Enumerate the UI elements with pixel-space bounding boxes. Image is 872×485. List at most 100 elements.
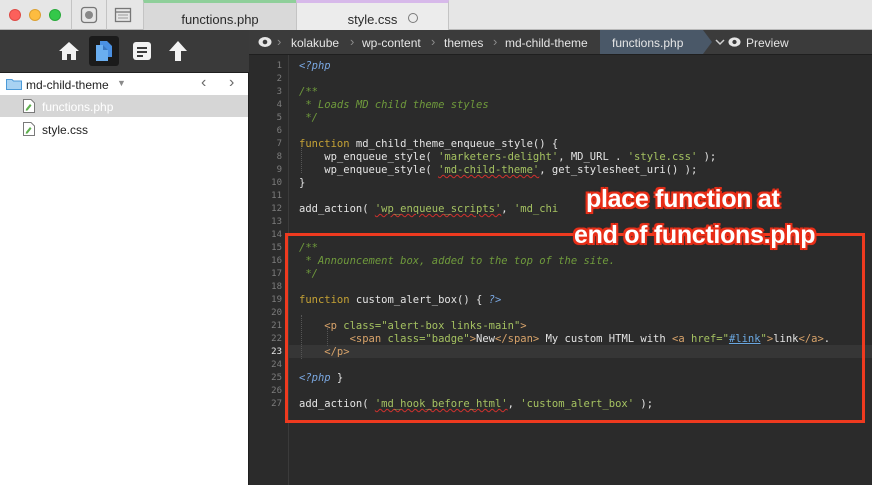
line-number: 12 — [271, 204, 282, 214]
line-number: 3 — [276, 87, 282, 97]
project-name: md-child-theme — [26, 78, 109, 92]
line-number: 22 — [271, 334, 282, 344]
toolbar-divider — [106, 0, 107, 30]
upload-arrow-icon[interactable] — [163, 36, 193, 66]
file-item-style-css[interactable]: style.css — [0, 118, 248, 140]
project-selector[interactable]: md-child-theme ▼ ‹ › — [0, 73, 248, 95]
line-number: 2 — [276, 74, 282, 84]
line-number-gutter: 1 2 3 4 5 6 7 8 9 10 11 12 13 14 15 16 1… — [249, 55, 289, 485]
code-token: 'marketers-delight' — [438, 151, 559, 163]
chevron-down-icon[interactable]: ▼ — [117, 78, 126, 88]
line-number: 27 — [271, 399, 282, 409]
code-token: /** — [299, 86, 318, 98]
chevron-down-icon[interactable] — [715, 38, 725, 46]
minimize-window-button[interactable] — [29, 9, 41, 21]
sidebar-toggle-icon[interactable] — [114, 6, 132, 24]
eye-icon[interactable] — [728, 36, 741, 48]
code-token: , — [501, 203, 514, 215]
line-number-active: 23 — [271, 347, 282, 357]
breadcrumb-item[interactable]: wp-content — [362, 36, 421, 50]
file-label: style.css — [42, 123, 89, 137]
files-icon[interactable] — [89, 36, 119, 66]
css-file-icon — [23, 122, 35, 136]
code-token: 'style.css' — [627, 151, 698, 163]
tab-functions-php[interactable]: functions.php — [143, 0, 296, 30]
line-number: 18 — [271, 282, 282, 292]
maximize-window-button[interactable] — [49, 9, 61, 21]
line-number: 19 — [271, 295, 282, 305]
tab-label: functions.php — [181, 12, 259, 27]
back-arrow-icon[interactable]: ‹ — [201, 74, 206, 92]
code-token: 'wp_enqueue_scripts' — [374, 203, 502, 215]
line-number: 15 — [271, 243, 282, 253]
code-token: function — [299, 138, 350, 150]
code-line: wp_enqueue_style( 'marketers-delight', M… — [299, 151, 716, 164]
folder-icon — [6, 79, 22, 90]
line-number: 1 — [276, 61, 282, 71]
forward-arrow-icon[interactable]: › — [229, 74, 234, 92]
code-line: * Loads MD child theme styles — [299, 99, 489, 112]
line-number: 9 — [276, 165, 282, 175]
breadcrumb-item-current[interactable]: functions.php — [612, 36, 683, 50]
line-number: 17 — [271, 269, 282, 279]
breadcrumb-separator: › — [277, 34, 282, 49]
tab-style-css[interactable]: style.css — [296, 0, 449, 30]
code-token: add_action( — [299, 203, 375, 215]
line-number: 11 — [271, 191, 282, 201]
code-line: wp_enqueue_style( 'md-child-theme', get_… — [299, 164, 697, 177]
title-bar: functions.php style.css — [0, 0, 872, 30]
file-label: functions.php — [42, 100, 114, 114]
code-token: , MD_URL . — [558, 151, 628, 163]
line-number: 13 — [271, 217, 282, 227]
code-token: <?php — [299, 60, 331, 72]
code-token: , get_stylesheet_uri() ); — [539, 164, 698, 176]
line-number: 4 — [276, 100, 282, 110]
code-token: 'md-child-theme' — [438, 164, 540, 176]
code-token: wp_enqueue_style( — [299, 151, 439, 163]
file-item-functions-php[interactable]: functions.php — [0, 95, 248, 117]
code-line: <?php — [299, 60, 331, 73]
file-sidebar: md-child-theme ▼ ‹ › functions.php style… — [0, 73, 249, 485]
line-number: 24 — [271, 360, 282, 370]
home-icon[interactable] — [54, 36, 84, 66]
line-number: 8 — [276, 152, 282, 162]
code-line: */ — [299, 112, 318, 125]
breadcrumb-active-arrow — [703, 30, 712, 54]
preview-button[interactable]: Preview — [746, 36, 789, 50]
line-number: 7 — [276, 139, 282, 149]
code-line: function md_child_theme_enqueue_style() … — [299, 138, 558, 151]
document-icon[interactable] — [127, 36, 157, 66]
globe-icon[interactable] — [80, 6, 98, 24]
breadcrumb-separator: › — [350, 34, 355, 49]
breadcrumb-item[interactable]: md-child-theme — [505, 36, 588, 50]
line-number: 6 — [276, 126, 282, 136]
code-line: } — [299, 177, 305, 190]
annotation-highlight-box — [285, 233, 865, 423]
annotation-text: place function at — [586, 185, 780, 213]
line-number: 16 — [271, 256, 282, 266]
code-token: } — [299, 177, 306, 189]
code-token: md_child_theme_enqueue_style() { — [349, 138, 559, 150]
code-token: wp_enqueue_style( — [299, 164, 439, 176]
close-window-button[interactable] — [9, 9, 21, 21]
breadcrumb-item[interactable]: kolakube — [291, 36, 339, 50]
breadcrumb-item[interactable]: themes — [444, 36, 483, 50]
line-number: 10 — [271, 178, 282, 188]
code-token: ); — [697, 151, 717, 163]
code-token: * Loads MD child theme styles — [299, 99, 489, 111]
breadcrumb-separator: › — [431, 34, 436, 49]
code-line: add_action( 'wp_enqueue_scripts', 'md_ch… — [299, 203, 558, 216]
php-file-icon — [23, 99, 35, 113]
code-line: /** — [299, 86, 318, 99]
sidebar-toolbar — [0, 30, 249, 73]
breadcrumb: › kolakube › wp-content › themes › md-ch… — [249, 30, 872, 55]
breadcrumb-separator: › — [493, 34, 498, 49]
line-number: 26 — [271, 386, 282, 396]
toolbar-divider — [71, 0, 72, 30]
code-token: */ — [299, 112, 318, 124]
line-number: 20 — [271, 308, 282, 318]
eye-icon[interactable] — [258, 36, 272, 48]
line-number: 21 — [271, 321, 282, 331]
tab-close-icon[interactable] — [408, 13, 418, 23]
line-number: 25 — [271, 373, 282, 383]
